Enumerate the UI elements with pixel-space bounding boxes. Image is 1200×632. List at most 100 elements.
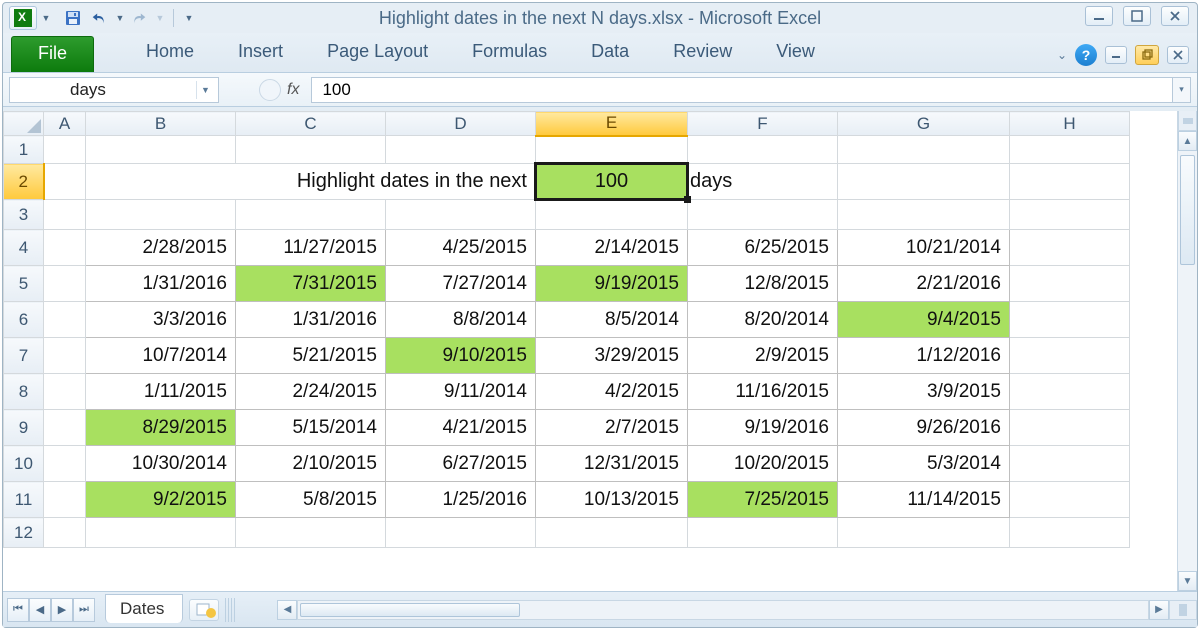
cell-C3[interactable] [236,200,386,230]
cell-G8[interactable]: 3/9/2015 [838,374,1010,410]
cell-G9[interactable]: 9/26/2016 [838,410,1010,446]
cell-H4[interactable] [1010,230,1130,266]
cell-A11[interactable] [44,482,86,518]
tab-formulas[interactable]: Formulas [450,35,569,72]
row-header-5[interactable]: 5 [4,266,44,302]
cell-D7[interactable]: 9/10/2015 [386,338,536,374]
cell-A6[interactable] [44,302,86,338]
row-header-3[interactable]: 3 [4,200,44,230]
cell-F1[interactable] [688,136,838,164]
cell-E7[interactable]: 3/29/2015 [536,338,688,374]
cell-F2[interactable]: days [688,164,838,200]
cell-D4[interactable]: 4/25/2015 [386,230,536,266]
workbook-close-button[interactable] [1167,46,1189,64]
name-box-dropdown-icon[interactable]: ▼ [196,81,214,99]
cell-G1[interactable] [838,136,1010,164]
cell-H6[interactable] [1010,302,1130,338]
col-header-H[interactable]: H [1010,112,1130,136]
file-tab[interactable]: File [11,36,94,72]
cell-D11[interactable]: 1/25/2016 [386,482,536,518]
split-handle-right[interactable] [1169,600,1197,620]
scroll-up-button[interactable]: ▲ [1178,131,1197,151]
cell-A10[interactable] [44,446,86,482]
cell-B3[interactable] [86,200,236,230]
hscroll-thumb[interactable] [300,603,520,617]
scroll-left-button[interactable]: ◀ [277,600,297,620]
col-header-G[interactable]: G [838,112,1010,136]
qat-customize-icon[interactable]: ▼ [184,13,194,23]
cell-G3[interactable] [838,200,1010,230]
cell-B11[interactable]: 9/2/2015 [86,482,236,518]
cell-A7[interactable] [44,338,86,374]
tab-home[interactable]: Home [124,35,216,72]
name-box[interactable]: days ▼ [9,77,219,103]
cell-B1[interactable] [86,136,236,164]
cell-D8[interactable]: 9/11/2014 [386,374,536,410]
cell-H11[interactable] [1010,482,1130,518]
cell-B9[interactable]: 8/29/2015 [86,410,236,446]
cell-G2[interactable] [838,164,1010,200]
app-menu-dropdown-icon[interactable]: ▼ [41,13,51,23]
cell-B12[interactable] [86,518,236,548]
cell-F10[interactable]: 10/20/2015 [688,446,838,482]
cell-A12[interactable] [44,518,86,548]
cell-C8[interactable]: 2/24/2015 [236,374,386,410]
cell-H8[interactable] [1010,374,1130,410]
cell-E9[interactable]: 2/7/2015 [536,410,688,446]
save-button[interactable] [61,7,85,29]
help-button[interactable]: ? [1075,44,1097,66]
cell-B4[interactable]: 2/28/2015 [86,230,236,266]
cell-H12[interactable] [1010,518,1130,548]
sheet-tab[interactable]: Dates [105,594,183,623]
cell-F11[interactable]: 7/25/2015 [688,482,838,518]
cell-E8[interactable]: 4/2/2015 [536,374,688,410]
cell-D10[interactable]: 6/27/2015 [386,446,536,482]
cell-F6[interactable]: 8/20/2014 [688,302,838,338]
tab-data[interactable]: Data [569,35,651,72]
cell-D1[interactable] [386,136,536,164]
vscroll-track[interactable] [1178,155,1197,571]
tab-insert[interactable]: Insert [216,35,305,72]
cell-E10[interactable]: 12/31/2015 [536,446,688,482]
cell-B8[interactable]: 1/11/2015 [86,374,236,410]
cell-A2[interactable] [44,164,86,200]
cell-H5[interactable] [1010,266,1130,302]
close-button[interactable] [1161,6,1189,26]
ribbon-minimize-icon[interactable]: ⌄ [1057,48,1067,62]
cell-E1[interactable] [536,136,688,164]
cell-C10[interactable]: 2/10/2015 [236,446,386,482]
cell-H9[interactable] [1010,410,1130,446]
row-header-10[interactable]: 10 [4,446,44,482]
row-header-9[interactable]: 9 [4,410,44,446]
cell-F3[interactable] [688,200,838,230]
cell-C9[interactable]: 5/15/2014 [236,410,386,446]
col-header-C[interactable]: C [236,112,386,136]
vscroll-thumb[interactable] [1180,155,1195,265]
app-menu-button[interactable] [9,6,37,30]
maximize-button[interactable] [1123,6,1151,26]
row-header-4[interactable]: 4 [4,230,44,266]
select-all-button[interactable] [4,112,44,136]
cell-B2-D2[interactable]: Highlight dates in the next [86,164,536,200]
redo-button[interactable] [127,7,151,29]
workbook-minimize-button[interactable] [1105,46,1127,64]
prev-sheet-button[interactable]: ◀ [29,598,51,622]
cell-D5[interactable]: 7/27/2014 [386,266,536,302]
cell-C5[interactable]: 7/31/2015 [236,266,386,302]
cell-F7[interactable]: 2/9/2015 [688,338,838,374]
cell-G6[interactable]: 9/4/2015 [838,302,1010,338]
cancel-formula-button[interactable] [259,79,281,101]
first-sheet-button[interactable]: ⏮ [7,598,29,622]
col-header-B[interactable]: B [86,112,236,136]
cell-C7[interactable]: 5/21/2015 [236,338,386,374]
cell-H2[interactable] [1010,164,1130,200]
cell-E6[interactable]: 8/5/2014 [536,302,688,338]
cell-C11[interactable]: 5/8/2015 [236,482,386,518]
cell-E3[interactable] [536,200,688,230]
row-header-2[interactable]: 2 [4,164,44,200]
cell-G11[interactable]: 11/14/2015 [838,482,1010,518]
cell-F8[interactable]: 11/16/2015 [688,374,838,410]
horizontal-scrollbar[interactable]: ◀ ▶ [277,592,1197,627]
row-header-8[interactable]: 8 [4,374,44,410]
cell-G10[interactable]: 5/3/2014 [838,446,1010,482]
